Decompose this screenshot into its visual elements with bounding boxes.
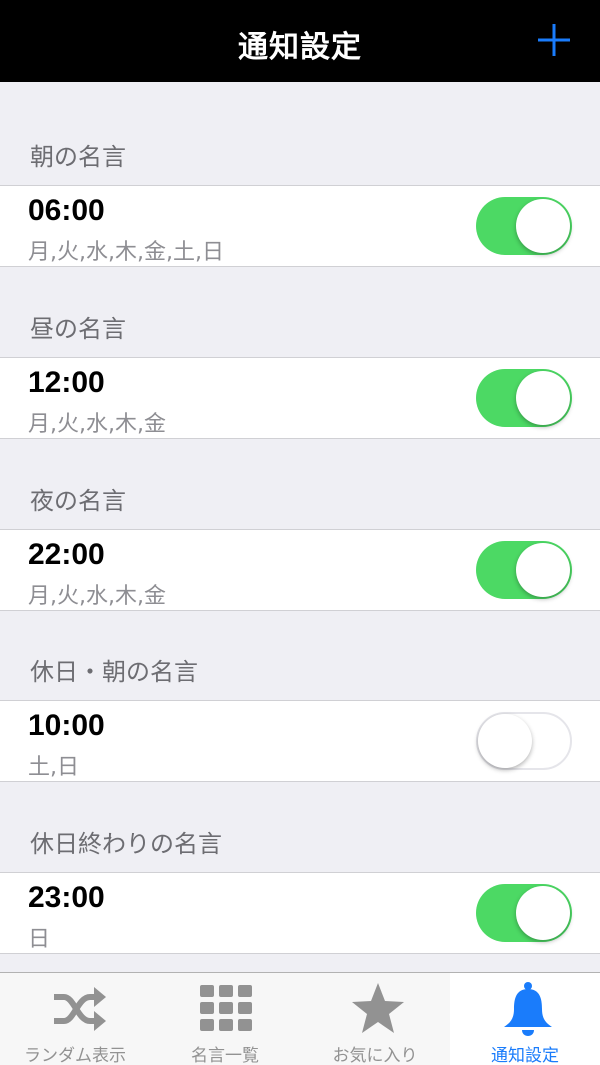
tab-label: 通知設定 bbox=[491, 1046, 559, 1065]
tab-quote-list[interactable]: 名言一覧 bbox=[150, 973, 300, 1065]
tab-random[interactable]: ランダム表示 bbox=[0, 973, 150, 1065]
tab-favorites[interactable]: お気に入り bbox=[300, 973, 450, 1065]
navigation-bar: 通知設定 bbox=[0, 0, 600, 82]
tab-notification-settings[interactable]: 通知設定 bbox=[450, 973, 600, 1065]
switch-knob bbox=[516, 199, 570, 253]
shuffle-icon bbox=[54, 987, 106, 1031]
notification-days: 月,火,水,木,金 bbox=[28, 584, 166, 609]
list-item[interactable]: 12:00 月,火,水,木,金 bbox=[0, 357, 600, 439]
notification-time: 12:00 bbox=[28, 366, 105, 399]
notification-list[interactable]: 朝の名言 06:00 月,火,水,木,金,土,日 昼の名言 12:00 月,火,… bbox=[0, 82, 600, 972]
notification-time: 10:00 bbox=[28, 709, 105, 742]
notification-days: 日 bbox=[28, 927, 51, 952]
switch-knob bbox=[478, 714, 532, 768]
notification-days: 土,日 bbox=[28, 755, 79, 780]
notification-time: 06:00 bbox=[28, 194, 105, 227]
toggle-switch[interactable] bbox=[476, 197, 572, 255]
switch-knob bbox=[516, 543, 570, 597]
list-item[interactable]: 06:00 月,火,水,木,金,土,日 bbox=[0, 185, 600, 267]
grid-icon bbox=[200, 985, 252, 1031]
section-header: 夜の名言 bbox=[30, 487, 126, 515]
star-icon bbox=[352, 983, 404, 1033]
bell-icon bbox=[504, 982, 552, 1036]
notification-time: 22:00 bbox=[28, 538, 105, 571]
section-header: 昼の名言 bbox=[30, 315, 126, 343]
tab-label: お気に入り bbox=[332, 1046, 418, 1065]
notification-time: 23:00 bbox=[28, 881, 105, 914]
section-header: 朝の名言 bbox=[30, 143, 126, 171]
tab-bar: ランダム表示 名言一覧 お気に入り 通知設定 bbox=[0, 972, 600, 1065]
page-title: 通知設定 bbox=[238, 30, 362, 65]
add-button[interactable] bbox=[534, 20, 574, 60]
list-item[interactable]: 23:00 日 bbox=[0, 872, 600, 954]
switch-knob bbox=[516, 371, 570, 425]
list-item[interactable]: 10:00 土,日 bbox=[0, 700, 600, 782]
toggle-switch[interactable] bbox=[476, 712, 572, 770]
notification-days: 月,火,水,木,金,土,日 bbox=[28, 240, 224, 265]
toggle-switch[interactable] bbox=[476, 884, 572, 942]
toggle-switch[interactable] bbox=[476, 541, 572, 599]
switch-knob bbox=[516, 886, 570, 940]
toggle-switch[interactable] bbox=[476, 369, 572, 427]
section-header: 休日・朝の名言 bbox=[30, 658, 198, 686]
tab-label: 名言一覧 bbox=[191, 1046, 259, 1065]
notification-days: 月,火,水,木,金 bbox=[28, 412, 166, 437]
list-item[interactable]: 22:00 月,火,水,木,金 bbox=[0, 529, 600, 611]
plus-icon bbox=[538, 24, 570, 56]
tab-label: ランダム表示 bbox=[24, 1046, 126, 1065]
section-header: 休日終わりの名言 bbox=[30, 830, 222, 858]
